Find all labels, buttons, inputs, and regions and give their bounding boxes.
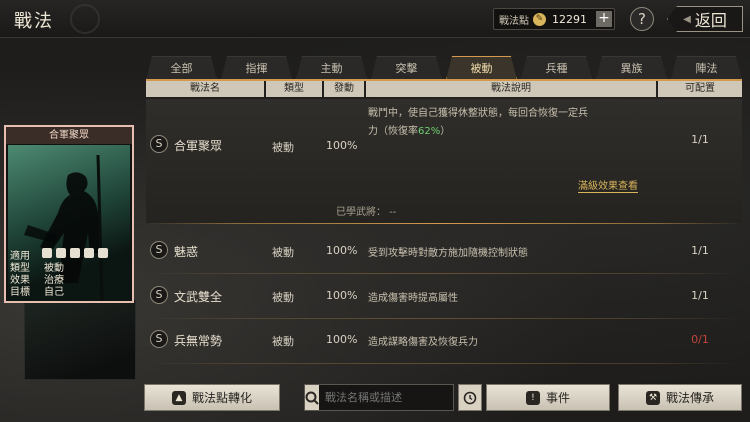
info-key: 目標 bbox=[10, 287, 30, 298]
tactic-count: 1/1 bbox=[691, 133, 709, 146]
decorative-swirl-icon bbox=[70, 4, 100, 34]
tab-formation[interactable]: 陣法 bbox=[671, 56, 742, 80]
info-value: 被動 bbox=[44, 263, 64, 274]
event-label: 事件 bbox=[545, 391, 570, 405]
back-arrow-icon: ◀ bbox=[683, 13, 691, 25]
info-value: 治療 bbox=[44, 275, 64, 286]
tab-all[interactable]: 全部 bbox=[146, 56, 217, 80]
grade-badge: S bbox=[150, 286, 168, 304]
tactic-type: 被動 bbox=[272, 141, 294, 154]
events-button[interactable]: ! 事件 bbox=[486, 384, 610, 411]
add-points-button[interactable]: + bbox=[596, 11, 612, 27]
tactic-rate: 100% bbox=[326, 244, 358, 257]
column-header-type[interactable]: 類型 bbox=[266, 81, 322, 97]
secondary-card-art bbox=[24, 300, 136, 380]
top-bar: 戰法 戰法點 ✎ 12291 + ? ◀ 返回 bbox=[0, 0, 750, 38]
card-title: 合軍聚眾 bbox=[6, 127, 132, 144]
event-icon: ! bbox=[525, 390, 540, 405]
history-button[interactable] bbox=[458, 384, 482, 411]
table-row-expanded[interactable]: S 合軍聚眾 被動 100% 戰鬥中，使自己獲得休整狀態，每回合恢復一定兵 力（… bbox=[146, 99, 742, 223]
column-header-count: 可配置 bbox=[658, 81, 742, 97]
desc-line-2: 力（恢復率62%） bbox=[368, 123, 668, 141]
tactic-rate: 100% bbox=[326, 289, 358, 302]
table-row[interactable]: S 魅惑 被動 100% 受到攻擊時對敵方施加隨機控制狀態 1/1 bbox=[146, 228, 742, 272]
tactic-name: 魅惑 bbox=[174, 245, 199, 259]
table-header: 戰法名 類型 發動 戰法說明 可配置 bbox=[146, 81, 742, 97]
tactic-type: 被動 bbox=[272, 246, 294, 259]
page-title: 戰法 bbox=[14, 11, 54, 32]
search-box bbox=[304, 384, 470, 411]
fire-icon: ▲ bbox=[171, 390, 186, 405]
grade-badge: S bbox=[150, 135, 168, 153]
table-row[interactable]: S 文武雙全 被動 100% 造成傷害時提高屬性 1/1 bbox=[146, 273, 742, 317]
tab-active[interactable]: 主動 bbox=[296, 56, 367, 80]
desc-suffix: ） bbox=[440, 126, 451, 137]
search-icon[interactable] bbox=[305, 385, 319, 410]
grade-badge: S bbox=[150, 241, 168, 259]
tactic-rate: 100% bbox=[326, 139, 358, 152]
tactic-description: 受到攻擊時對敵方施加隨機控制狀態 bbox=[368, 248, 528, 259]
search-input[interactable] bbox=[319, 385, 470, 410]
back-label: 返回 bbox=[694, 11, 727, 30]
tab-assault[interactable]: 突擊 bbox=[371, 56, 442, 80]
info-target: 目標 自己 bbox=[10, 287, 130, 299]
info-value: 自己 bbox=[44, 287, 64, 298]
learned-generals-label: 已學武將： -- bbox=[336, 207, 397, 218]
column-header-rate[interactable]: 發動 bbox=[324, 81, 364, 97]
inherit-label: 戰法傳承 bbox=[665, 391, 714, 405]
points-label: 戰法點 bbox=[499, 15, 529, 27]
help-button[interactable]: ? bbox=[630, 7, 654, 31]
row-divider bbox=[146, 223, 742, 224]
clock-icon bbox=[463, 391, 477, 404]
tactic-name: 文武雙全 bbox=[174, 290, 223, 304]
card-info: 適用 類型 被動 效果 治療 目標 自己 bbox=[10, 251, 130, 299]
table-row[interactable]: S 兵無常勢 被動 100% 造成謀略傷害及恢復兵力 0/1 bbox=[146, 317, 742, 361]
tactic-table: S 合軍聚眾 被動 100% 戰鬥中，使自己獲得休整狀態，每回合恢復一定兵 力（… bbox=[146, 99, 742, 377]
tactic-count: 1/1 bbox=[691, 244, 709, 257]
column-header-name[interactable]: 戰法名 bbox=[146, 81, 264, 97]
info-type: 類型 被動 bbox=[10, 263, 130, 275]
tactic-description: 戰鬥中，使自己獲得休整狀態，每回合恢復一定兵 力（恢復率62%） bbox=[368, 105, 668, 141]
row-divider bbox=[146, 363, 742, 364]
info-applicable: 適用 bbox=[10, 251, 130, 263]
tactic-name: 兵無常勢 bbox=[174, 334, 223, 348]
coin-icon: ✎ bbox=[533, 12, 546, 26]
grade-badge: S bbox=[150, 330, 168, 348]
category-tabs: 全部 指揮 主動 突擊 被動 兵種 異族 陣法 bbox=[146, 56, 742, 80]
tactic-description: 造成傷害時提高屬性 bbox=[368, 293, 458, 304]
column-header-desc: 戰法說明 bbox=[366, 81, 656, 97]
tactic-rate: 100% bbox=[326, 333, 358, 346]
convert-points-button[interactable]: ▲ 戰法點轉化 bbox=[144, 384, 280, 411]
tab-troop-type[interactable]: 兵種 bbox=[521, 56, 592, 80]
tactic-count: 0/1 bbox=[691, 333, 709, 346]
tactic-points-display: 戰法點 ✎ 12291 + bbox=[493, 8, 615, 30]
recovery-rate: 62% bbox=[418, 126, 441, 137]
hammer-icon: ⚒ bbox=[645, 390, 660, 405]
back-button[interactable]: ◀ 返回 bbox=[667, 6, 743, 32]
max-effect-link[interactable]: 滿級效果查看 bbox=[578, 177, 638, 193]
tab-command[interactable]: 指揮 bbox=[221, 56, 292, 80]
info-key: 適用 bbox=[10, 251, 30, 262]
convert-label: 戰法點轉化 bbox=[191, 391, 252, 405]
tactic-name: 合軍聚眾 bbox=[174, 139, 223, 153]
desc-prefix: 力（恢復率 bbox=[368, 126, 418, 137]
info-key: 類型 bbox=[10, 263, 30, 274]
desc-line-1: 戰鬥中，使自己獲得休整狀態，每回合恢復一定兵 bbox=[368, 108, 588, 119]
tactic-type: 被動 bbox=[272, 335, 294, 348]
tab-foreign[interactable]: 異族 bbox=[596, 56, 667, 80]
inherit-tactic-button[interactable]: ⚒ 戰法傳承 bbox=[618, 384, 742, 411]
tactic-description: 造成謀略傷害及恢復兵力 bbox=[368, 337, 478, 348]
info-key: 效果 bbox=[10, 275, 30, 286]
tab-passive[interactable]: 被動 bbox=[446, 56, 517, 80]
tactic-count: 1/1 bbox=[691, 289, 709, 302]
info-effect: 效果 治療 bbox=[10, 275, 130, 287]
points-value: 12291 bbox=[552, 12, 587, 26]
tactic-card[interactable]: 合軍聚眾 適用 類型 被動 效果 治療 目標 自己 bbox=[4, 125, 134, 303]
tactic-type: 被動 bbox=[272, 291, 294, 304]
